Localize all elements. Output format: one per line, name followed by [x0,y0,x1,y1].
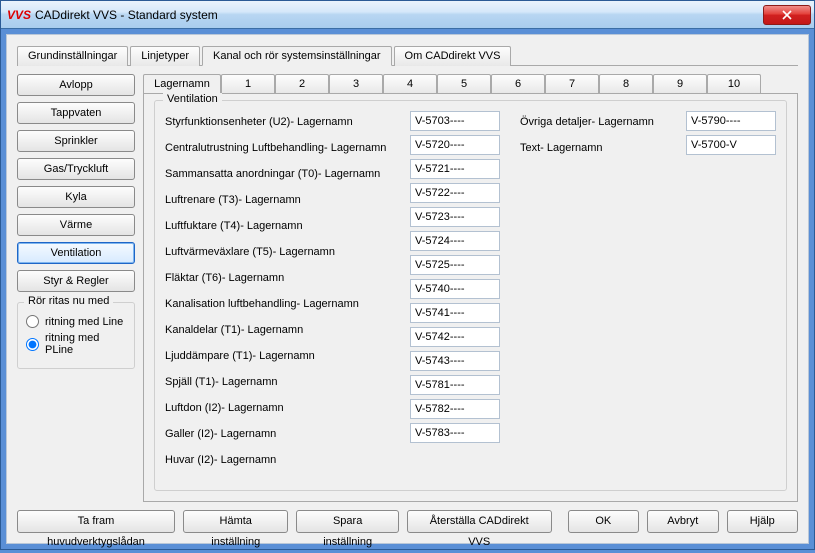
subtab-4[interactable]: 4 [383,74,437,93]
row-input[interactable]: V-5740---- [410,279,500,299]
row-label: Luftrenare (T3)- Lagernamn [165,189,390,211]
left-inputs: V-5703---- V-5720---- V-5721---- V-5722-… [410,111,500,471]
main-tabs: Grundinställningar Linjetyper Kanal och … [17,45,798,66]
sub-panel: Ventilation Styrfunktionsenheter (U2)- L… [143,93,798,502]
subtab-10[interactable]: 10 [707,74,761,93]
main-panel: Lagernamn 1 2 3 4 5 6 7 8 9 10 Ventilati… [143,74,798,502]
btn-ta-fram[interactable]: Ta fram huvudverktygslådan [17,510,175,533]
row-label: Centralutrustning Luftbehandling- Lagern… [165,137,390,159]
row-input[interactable]: V-5781---- [410,375,500,395]
sidebar-btn-gas-tryckluft[interactable]: Gas/Tryckluft [17,158,135,180]
subtab-2[interactable]: 2 [275,74,329,93]
left-labels: Styrfunktionsenheter (U2)- Lagernamn Cen… [165,111,390,471]
ror-ritas-group: Rör ritas nu med ritning med Line ritnin… [17,302,135,369]
btn-ok[interactable]: OK [568,510,639,533]
sidebar-btn-avlopp[interactable]: Avlopp [17,74,135,96]
row-input[interactable]: V-5722---- [410,183,500,203]
row-label: Fläktar (T6)- Lagernamn [165,267,390,289]
close-button[interactable] [763,5,811,25]
sidebar: Avlopp Tappvaten Sprinkler Gas/Tryckluft… [17,74,135,502]
row-input[interactable]: V-5720---- [410,135,500,155]
row-label: Huvar (I2)- Lagernamn [165,449,390,471]
tab-kanal-ror[interactable]: Kanal och rör systemsinställningar [202,46,392,66]
row-input[interactable]: V-5703---- [410,111,500,131]
ventilation-legend: Ventilation [163,93,222,105]
radio-pline-input[interactable] [26,338,39,351]
window-title: CADdirekt VVS - Standard system [35,8,763,22]
radio-line-input[interactable] [26,315,39,328]
row-input[interactable]: V-5723---- [410,207,500,227]
tab-om-caddirekt[interactable]: Om CADdirekt VVS [394,46,512,66]
radio-line[interactable]: ritning med Line [26,315,126,328]
row-label: Luftvärmeväxlare (T5)- Lagernamn [165,241,390,263]
sidebar-btn-sprinkler[interactable]: Sprinkler [17,130,135,152]
right-inputs: V-5790---- V-5700-V [686,111,776,471]
subtab-6[interactable]: 6 [491,74,545,93]
subtab-3[interactable]: 3 [329,74,383,93]
radio-pline[interactable]: ritning med PLine [26,332,126,356]
row-input[interactable]: V-5721---- [410,159,500,179]
ror-ritas-legend: Rör ritas nu med [24,295,113,307]
sidebar-btn-tappvaten[interactable]: Tappvaten [17,102,135,124]
btn-spara[interactable]: Spara inställning [296,510,398,533]
sidebar-btn-ventilation[interactable]: Ventilation [17,242,135,264]
content-row: Avlopp Tappvaten Sprinkler Gas/Tryckluft… [17,74,798,502]
row-input[interactable]: V-5783---- [410,423,500,443]
sub-tabs: Lagernamn 1 2 3 4 5 6 7 8 9 10 [143,74,798,93]
subtab-1[interactable]: 1 [221,74,275,93]
row-label: Ljuddämpare (T1)- Lagernamn [165,345,390,367]
footer: Ta fram huvudverktygslådan Hämta inställ… [17,510,798,533]
ventilation-fieldset: Ventilation Styrfunktionsenheter (U2)- L… [154,100,787,491]
row-input[interactable]: V-5742---- [410,327,500,347]
btn-avbryt[interactable]: Avbryt [647,510,718,533]
radio-pline-label: ritning med PLine [45,332,126,356]
app-logo: VVS [7,8,31,22]
row-label: Övriga detaljer- Lagernamn [520,111,666,133]
tab-grundinstallningar[interactable]: Grundinställningar [17,46,128,66]
fields-grid: Styrfunktionsenheter (U2)- Lagernamn Cen… [165,111,776,471]
row-input[interactable]: V-5741---- [410,303,500,323]
row-label: Galler (I2)- Lagernamn [165,423,390,445]
subtab-7[interactable]: 7 [545,74,599,93]
row-label: Luftdon (I2)- Lagernamn [165,397,390,419]
subtab-lagernamn[interactable]: Lagernamn [143,74,221,93]
row-label: Text- Lagernamn [520,137,666,159]
btn-hamta[interactable]: Hämta inställning [183,510,288,533]
subtab-5[interactable]: 5 [437,74,491,93]
app-window: VVS CADdirekt VVS - Standard system Grun… [0,0,815,550]
row-label: Spjäll (T1)- Lagernamn [165,371,390,393]
sidebar-btn-styr-regler[interactable]: Styr & Regler [17,270,135,292]
row-label: Kanalisation luftbehandling- Lagernamn [165,293,390,315]
row-input[interactable]: V-5782---- [410,399,500,419]
row-label: Luftfuktare (T4)- Lagernamn [165,215,390,237]
row-input[interactable]: V-5790---- [686,111,776,131]
subtab-8[interactable]: 8 [599,74,653,93]
sidebar-btn-kyla[interactable]: Kyla [17,186,135,208]
right-labels: Övriga detaljer- Lagernamn Text- Lagerna… [520,111,666,471]
row-input[interactable]: V-5725---- [410,255,500,275]
tab-linjetyper[interactable]: Linjetyper [130,46,200,66]
row-label: Sammansatta anordningar (T0)- Lagernamn [165,163,390,185]
sidebar-btn-varme[interactable]: Värme [17,214,135,236]
close-icon [782,10,792,20]
row-input[interactable]: V-5724---- [410,231,500,251]
row-label: Styrfunktionsenheter (U2)- Lagernamn [165,111,390,133]
client-area: Grundinställningar Linjetyper Kanal och … [6,34,809,544]
row-label: Kanaldelar (T1)- Lagernamn [165,319,390,341]
row-input[interactable]: V-5743---- [410,351,500,371]
btn-hjalp[interactable]: Hjälp [727,510,798,533]
btn-aterstalla[interactable]: Återställa CADdirekt VVS [407,510,552,533]
titlebar: VVS CADdirekt VVS - Standard system [1,1,814,29]
row-input[interactable]: V-5700-V [686,135,776,155]
radio-line-label: ritning med Line [45,316,123,328]
subtab-9[interactable]: 9 [653,74,707,93]
